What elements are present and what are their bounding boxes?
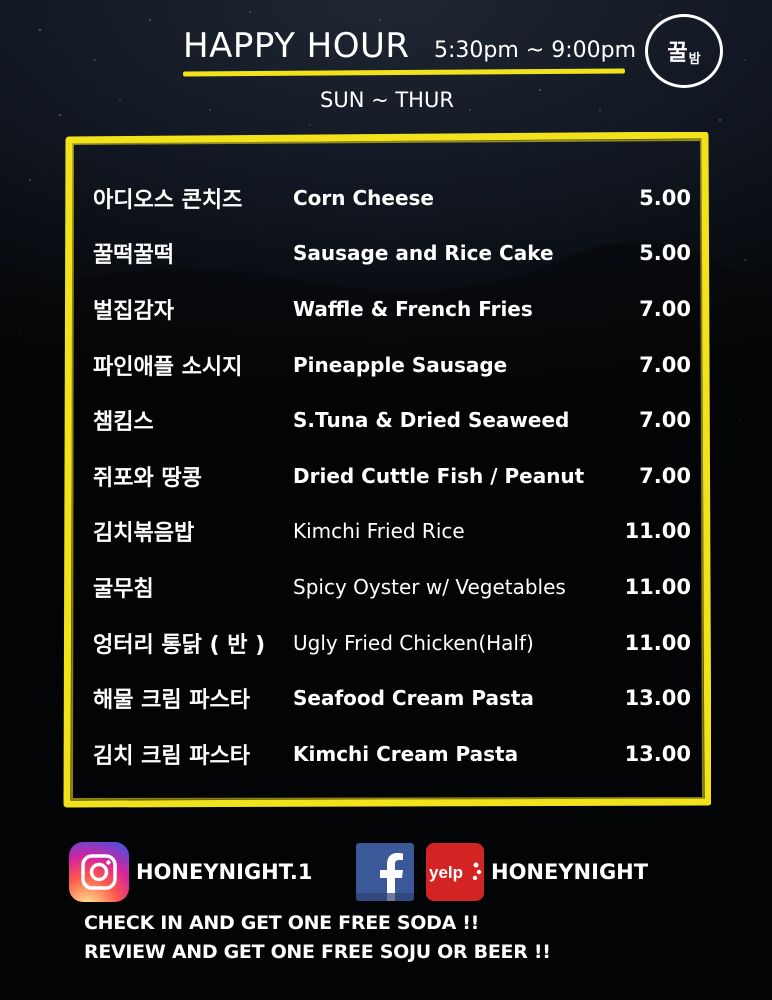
menu-item-korean-name: 꿀떡꿀떡 — [93, 243, 174, 269]
yelp-glyph: yelp — [429, 862, 482, 882]
menu-item-price: 7.00 — [639, 463, 691, 488]
menu-item-english-name: Kimchi Cream Pasta — [293, 741, 519, 766]
menu-item: 쥐포와 땅콩 Dried Cuttle Fish / Peanut 7.00 — [93, 448, 691, 504]
menu-item-price: 13.00 — [624, 686, 691, 711]
menu-item-price: 11.00 — [624, 574, 691, 599]
facebook-icon[interactable] — [356, 843, 414, 901]
yelp-wordmark: yelp — [429, 863, 463, 882]
menu-item-price: 7.00 — [639, 296, 691, 321]
menu-item: 챔킴스 S.Tuna & Dried Seaweed 7.00 — [93, 392, 691, 448]
menu-item-price: 7.00 — [639, 408, 691, 433]
menu-item-price: 5.00 — [639, 185, 691, 210]
instagram-handle[interactable]: HONEYNIGHT.1 — [136, 860, 312, 884]
menu-item-price: 7.00 — [639, 352, 691, 377]
happy-hour-title: HAPPY HOUR — [183, 26, 410, 66]
menu-item: 엉터리 통닭 ( 반 ) Ugly Fried Chicken(Half) 11.0… — [93, 615, 691, 671]
menu-item: 김치볶음밥 Kimchi Fried Rice 11.00 — [93, 504, 691, 560]
yelp-handle[interactable]: HONEYNIGHT — [491, 860, 648, 884]
instagram-icon[interactable] — [69, 842, 129, 902]
menu-item-price: 13.00 — [624, 741, 691, 766]
menu-item-korean-name: 챔킴스 — [93, 410, 154, 436]
menu-item-korean-name: 굴무침 — [93, 576, 154, 602]
menu-list: 아디오스 콘치즈 Corn Cheese 5.00 꿀떡꿀떡 Sausage and R… — [93, 170, 691, 782]
logo-small-char: 밤 — [688, 51, 701, 67]
promo-checkin: CHECK IN AND GET ONE FREE SODA !! — [84, 912, 480, 934]
yelp-icon[interactable]: yelp — [426, 843, 484, 901]
menu-item-korean-name: 쥐포와 땅콩 — [93, 465, 202, 491]
menu-item-korean-name: 엉터리 통닭 ( 반 ) — [93, 632, 266, 658]
menu-item-english-name: Spicy Oyster w/ Vegetables — [293, 574, 566, 599]
title-underline — [182, 68, 626, 77]
menu-item-price: 11.00 — [624, 630, 691, 655]
happy-hour-days: SUN ~ THUR — [320, 88, 454, 112]
logo-main-char: 꿀 — [667, 41, 688, 66]
menu-item-english-name: Seafood Cream Pasta — [293, 686, 534, 711]
menu-item-english-name: Waffle & French Fries — [293, 296, 533, 321]
menu-item: 아디오스 콘치즈 Corn Cheese 5.00 — [93, 170, 691, 226]
menu-poster: HAPPY HOUR 5:30pm ~ 9:00pm SUN ~ THUR 꿀밤… — [0, 0, 772, 1000]
menu-item-korean-name: 파인애플 소시지 — [93, 354, 243, 380]
menu-item-price: 5.00 — [639, 241, 691, 266]
brand-logo: 꿀밤 — [645, 14, 723, 88]
menu-item: 김치 크림 파스타 Kimchi Cream Pasta 13.00 — [93, 726, 691, 782]
menu-item: 벌집감자 Waffle & French Fries 7.00 — [93, 281, 691, 337]
menu-item-korean-name: 김치볶음밥 — [93, 521, 195, 547]
menu-item-english-name: Sausage and Rice Cake — [293, 241, 554, 266]
promo-review: REVIEW AND GET ONE FREE SOJU OR BEER !! — [84, 941, 551, 963]
menu-item-korean-name: 벌집감자 — [93, 298, 174, 324]
menu-item: 해물 크림 파스타 Seafood Cream Pasta 13.00 — [93, 670, 691, 726]
instagram-glyph — [81, 854, 117, 890]
menu-item: 굴무침 Spicy Oyster w/ Vegetables 11.00 — [93, 559, 691, 615]
menu-item-english-name: Pineapple Sausage — [293, 352, 508, 377]
menu-item-korean-name: 해물 크림 파스타 — [93, 688, 250, 714]
menu-item-korean-name: 김치 크림 파스타 — [93, 743, 250, 769]
menu-item-korean-name: 아디오스 콘치즈 — [93, 187, 243, 213]
happy-hour-time: 5:30pm ~ 9:00pm — [434, 38, 637, 63]
menu-item-price: 11.00 — [624, 519, 691, 544]
menu-item: 파인애플 소시지 Pineapple Sausage 7.00 — [93, 337, 691, 393]
facebook-glyph — [356, 853, 414, 901]
menu-item-english-name: Corn Cheese — [293, 185, 434, 210]
menu-item-english-name: S.Tuna & Dried Seaweed — [293, 408, 570, 433]
menu-item-english-name: Kimchi Fried Rice — [293, 519, 465, 544]
menu-item-english-name: Ugly Fried Chicken(Half) — [293, 630, 534, 655]
menu-item: 꿀떡꿀떡 Sausage and Rice Cake 5.00 — [93, 226, 691, 282]
menu-item-english-name: Dried Cuttle Fish / Peanut — [293, 463, 585, 488]
